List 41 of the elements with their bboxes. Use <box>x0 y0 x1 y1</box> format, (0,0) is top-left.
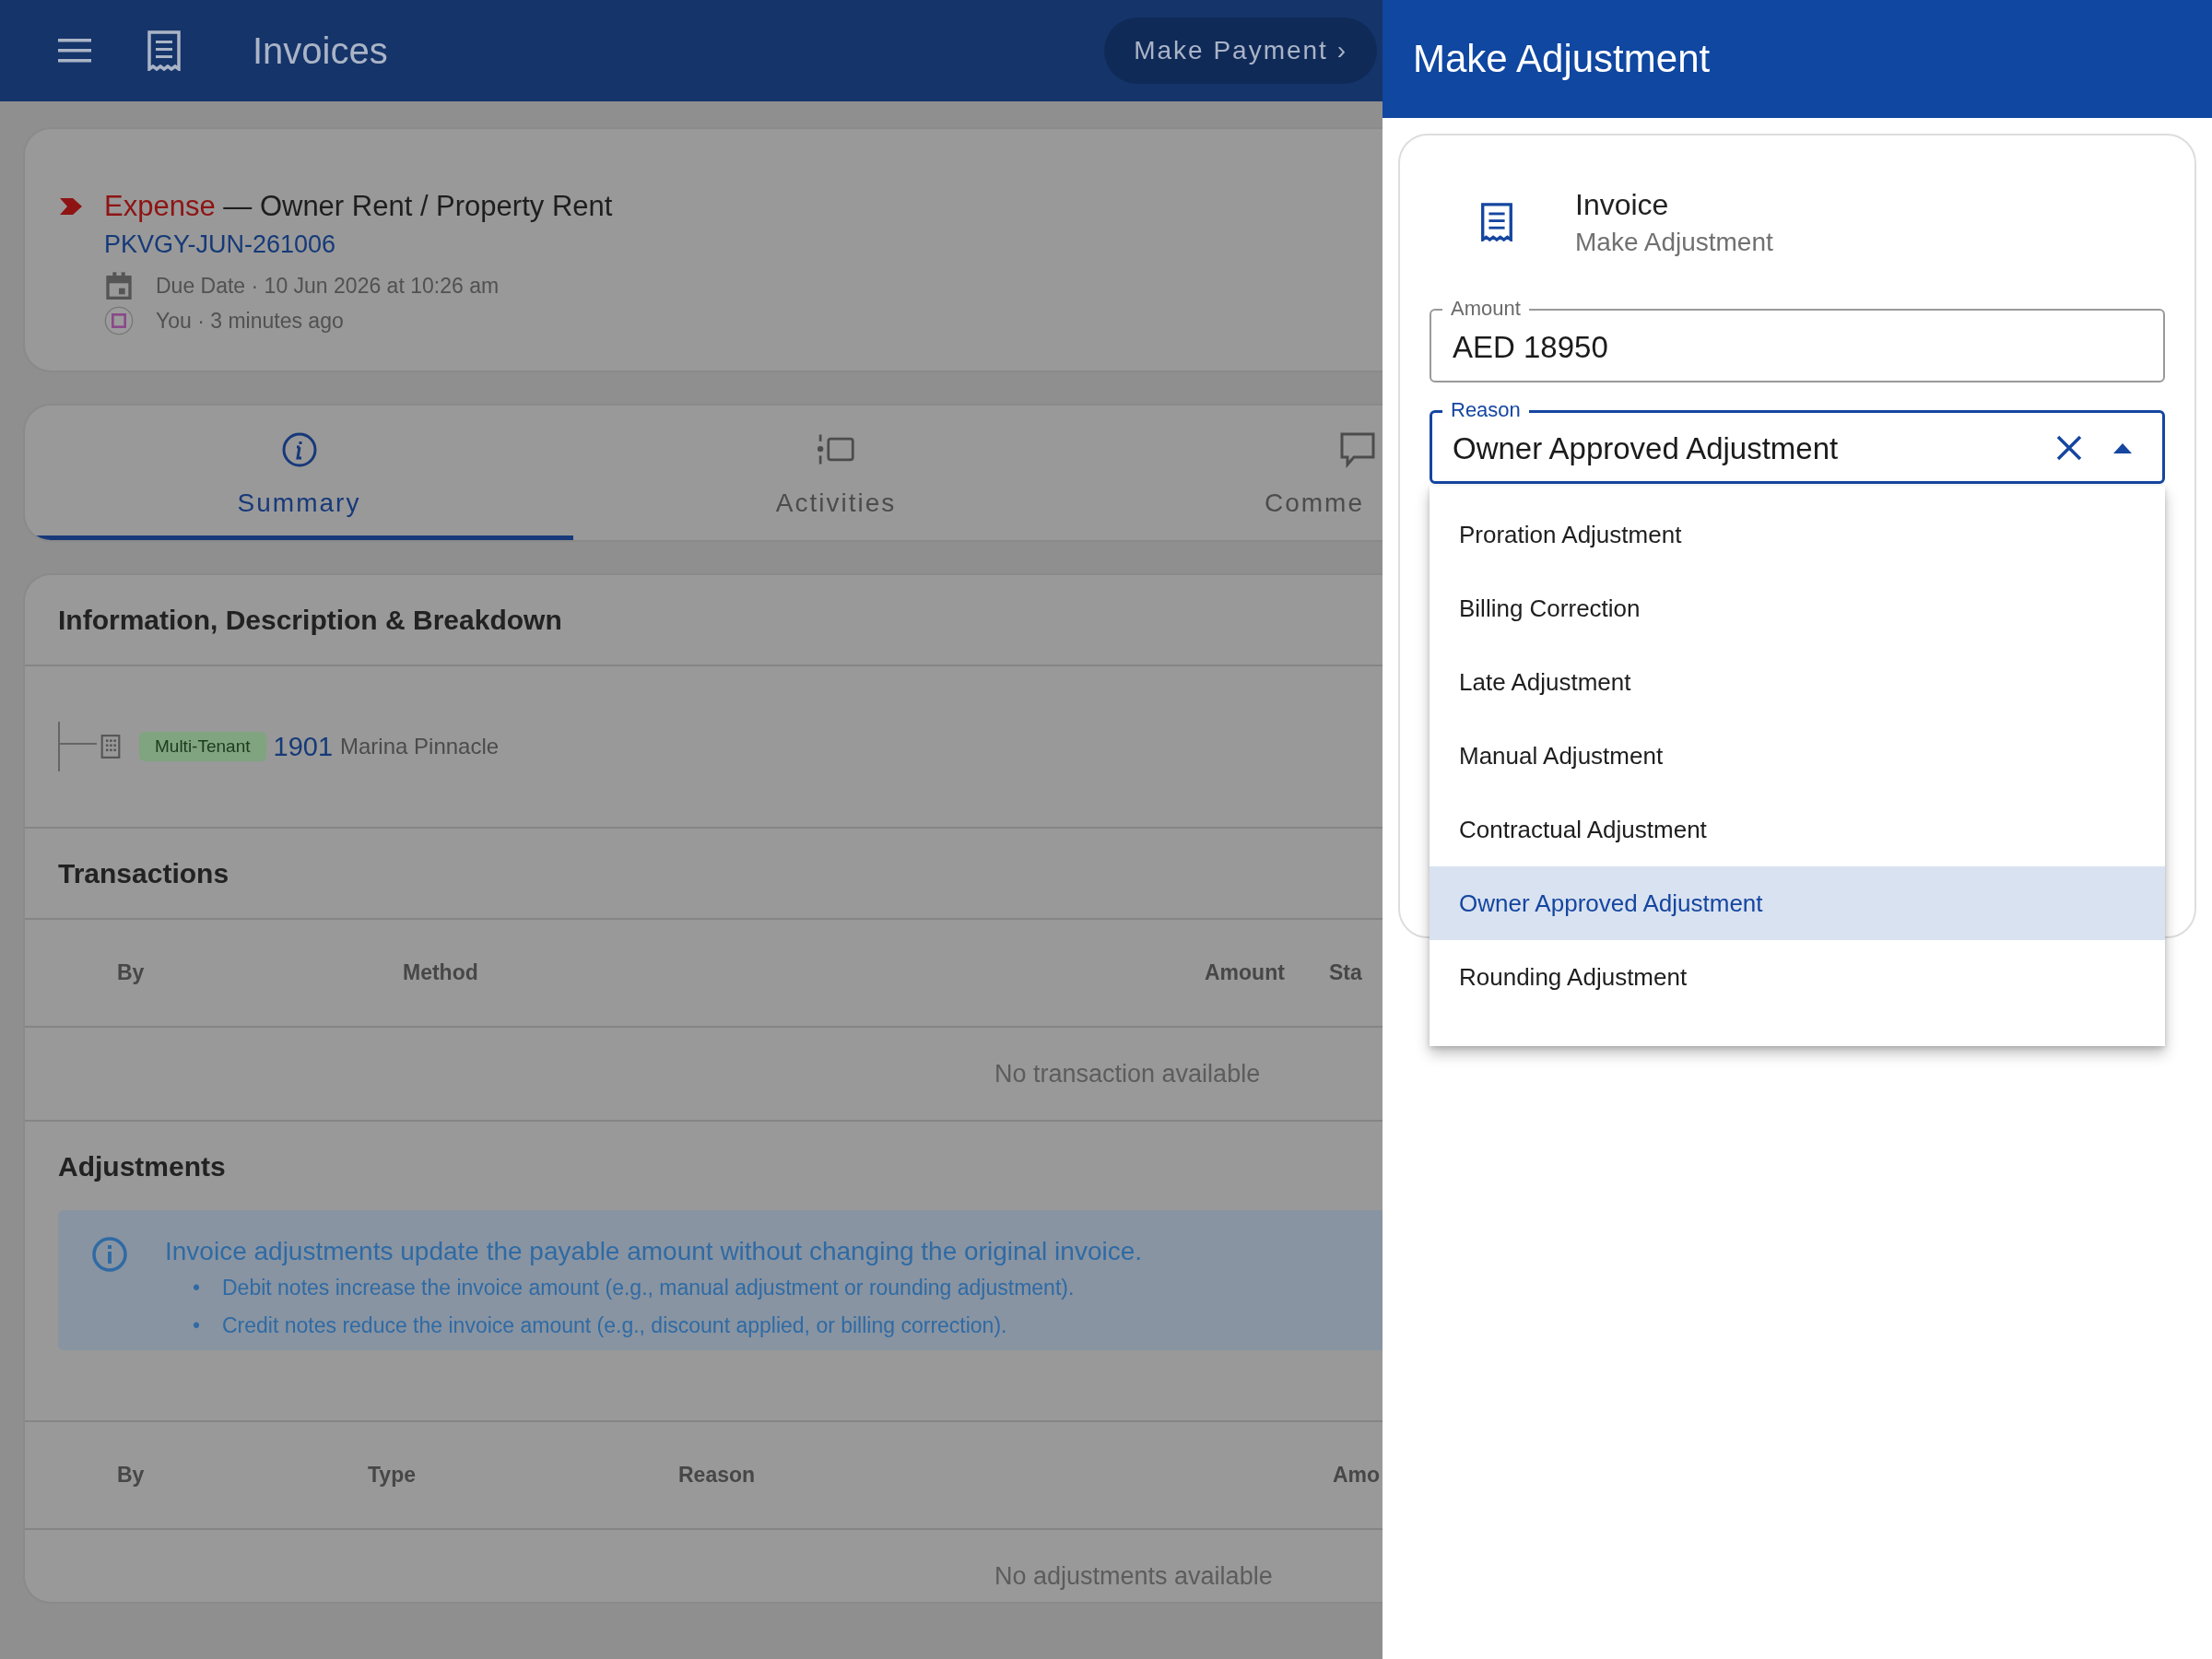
column-header: By <box>117 960 146 985</box>
reason-select[interactable]: Reason Owner Approved Adjustment <box>1430 398 2165 484</box>
section-title: Transactions <box>25 829 1382 920</box>
dropdown-option[interactable]: Rounding Adjustment <box>1430 940 2165 1014</box>
bullet-mark: • <box>193 1312 202 1339</box>
invoice-title: — Owner Rent / Property Rent <box>223 190 613 222</box>
panel-title: Make Adjustment <box>1413 37 1711 81</box>
dropdown-option[interactable]: Late Adjustment <box>1430 645 2165 719</box>
info-bullet: Debit notes increase the invoice amount (e.g., manual adjustment or rounding adjustment). <box>222 1275 1075 1301</box>
info-bullet: Credit notes reduce the invoice amount (e.g., discount applied, or billing correction). <box>222 1312 1007 1339</box>
property-name: Marina Pinnacle <box>340 734 500 759</box>
empty-message: No transaction available <box>994 1059 1261 1088</box>
empty-message: No adjustments available <box>994 1561 1273 1591</box>
column-header: Type <box>368 1463 417 1488</box>
amount-field[interactable]: Amount AED 18950 <box>1430 297 2165 382</box>
column-header: Reason <box>678 1463 757 1488</box>
due-date: Due Date · 10 Jun 2026 at 10:26 am <box>156 273 500 299</box>
page-title: Invoices <box>253 29 388 72</box>
column-header: By <box>117 1463 146 1488</box>
tab[interactable]: Summary <box>25 406 573 540</box>
section-title: Adjustments <box>57 1150 227 1183</box>
dropdown-option[interactable]: Billing Correction <box>1430 571 2165 645</box>
unit-number[interactable]: 1901 <box>273 731 333 762</box>
created-by: You · 3 minutes ago <box>156 308 344 334</box>
column-header: Sta <box>1329 960 1363 985</box>
dropdown-option[interactable]: Contractual Adjustment <box>1430 793 2165 866</box>
bullet-mark: • <box>193 1275 202 1301</box>
subject-title: Invoice <box>1575 187 1670 222</box>
column-header: Amo <box>1333 1463 1382 1488</box>
column-header: Amount <box>1205 960 1286 985</box>
section-title: Information, Description & Breakdown <box>25 575 1382 666</box>
unit-type-tag: Multi-Tenant <box>139 732 266 761</box>
invoice-reference[interactable]: PKVGY-JUN-261006 <box>104 230 1382 259</box>
column-header: Method <box>403 960 479 985</box>
invoice-category: Expense <box>104 190 216 222</box>
dropdown-option[interactable]: Manual Adjustment <box>1430 719 2165 793</box>
dropdown-option[interactable]: Owner Approved Adjustment <box>1430 866 2165 940</box>
info-heading: Invoice adjustments update the payable amount without changing the original invoice. <box>165 1236 1143 1267</box>
dropdown-option[interactable]: Proration Adjustment <box>1430 498 2165 571</box>
subject-subtitle: Make Adjustment <box>1575 227 1773 257</box>
make-payment-button[interactable]: Make Payment › <box>1104 18 1377 84</box>
